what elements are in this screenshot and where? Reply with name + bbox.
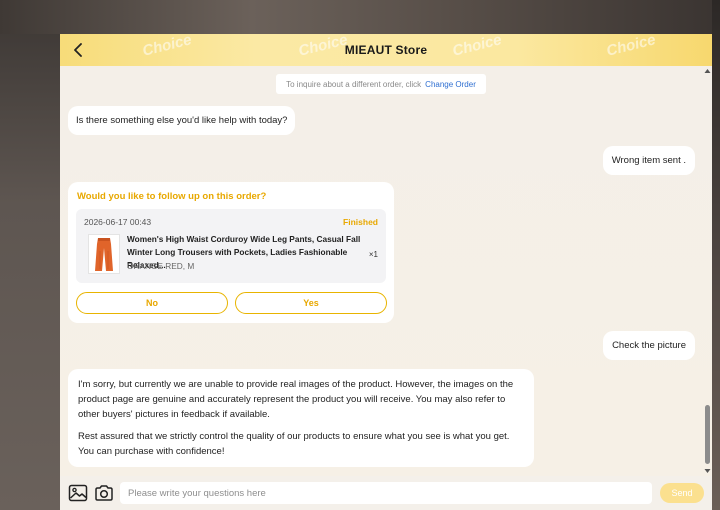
choice-watermark: Choice xyxy=(604,34,658,60)
order-date: 2026-06-17 00:43 xyxy=(84,217,152,227)
agent-message-paragraph: Rest assured that we strictly control th… xyxy=(78,431,510,457)
change-order-link[interactable]: Change Order xyxy=(425,80,476,89)
product-quantity: ×1 xyxy=(368,250,378,259)
scrollbar-thumb[interactable] xyxy=(705,405,710,464)
back-button[interactable] xyxy=(68,40,88,60)
chat-header: Choice Choice Choice Choice MIEAUT Store xyxy=(60,34,712,66)
message-input[interactable] xyxy=(120,482,652,504)
send-button[interactable]: Send xyxy=(660,483,704,503)
send-image-button[interactable] xyxy=(68,483,88,503)
chevron-left-icon xyxy=(74,43,82,57)
agent-message-paragraph: I'm sorry, but currently we are unable t… xyxy=(78,379,514,420)
store-title: MIEAUT Store xyxy=(344,43,428,57)
background-top xyxy=(0,0,720,34)
camera-icon xyxy=(95,485,113,501)
background-right xyxy=(712,0,720,510)
choice-watermark: Choice xyxy=(296,34,350,60)
order-status: Finished xyxy=(343,217,378,227)
camera-button[interactable] xyxy=(94,483,114,503)
choice-watermark: Choice xyxy=(140,34,194,60)
background-left xyxy=(0,0,60,510)
scroll-up-arrow-icon[interactable] xyxy=(704,68,711,74)
image-icon xyxy=(68,484,88,502)
user-message: Wrong item sent . xyxy=(602,146,695,175)
follow-up-card: Would you like to follow up on this orde… xyxy=(68,182,394,323)
product-image-icon xyxy=(89,235,119,273)
agent-message: Is there something else you'd like help … xyxy=(68,106,296,135)
order-card[interactable]: 2026-06-17 00:43 Finished Women's High W… xyxy=(76,209,386,283)
product-variant: ORANGE RED, M xyxy=(127,261,195,271)
yes-button[interactable]: Yes xyxy=(235,292,387,314)
message-composer: Send xyxy=(60,476,712,510)
agent-message: I'm sorry, but currently we are unable t… xyxy=(68,369,534,467)
chat-window: Choice Choice Choice Choice MIEAUT Store… xyxy=(60,34,712,510)
notice-text: To inquire about a different order, clic… xyxy=(286,79,422,89)
follow-up-title: Would you like to follow up on this orde… xyxy=(77,191,267,202)
product-thumbnail xyxy=(88,234,120,274)
message-list: To inquire about a different order, clic… xyxy=(60,66,712,476)
scroll-down-arrow-icon[interactable] xyxy=(704,468,711,474)
message-scrollbar[interactable] xyxy=(704,68,711,474)
user-message: Check the picture xyxy=(603,331,695,360)
choice-watermark: Choice xyxy=(450,34,504,60)
no-button[interactable]: No xyxy=(76,292,228,314)
change-order-notice: To inquire about a different order, clic… xyxy=(276,74,486,94)
